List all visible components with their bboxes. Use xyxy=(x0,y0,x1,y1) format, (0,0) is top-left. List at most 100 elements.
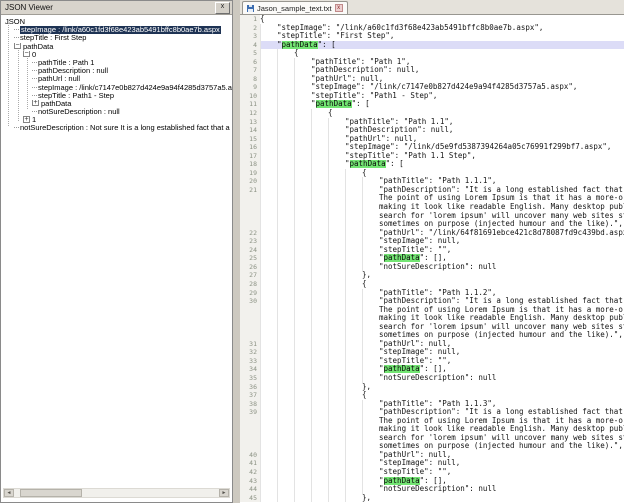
editor-line[interactable]: 16"stepImage": "/link/d5e9fd5387394264a0… xyxy=(240,143,624,152)
line-number[interactable]: 14 xyxy=(240,126,260,135)
code-text[interactable]: "stepImage": null, xyxy=(260,237,624,246)
editor-line[interactable]: sometimes on purpose (injected humour an… xyxy=(240,220,624,229)
line-number[interactable]: 35 xyxy=(240,374,260,383)
line-number[interactable]: 4 xyxy=(240,41,260,50)
code-text[interactable]: "stepTitle": "Path1 - Step", xyxy=(260,92,624,101)
line-number[interactable]: 21 xyxy=(240,186,260,195)
editor-line[interactable]: 44"notSureDescription": null xyxy=(240,485,624,494)
code-text[interactable]: "stepTitle": "Path 1.1 Step", xyxy=(260,152,624,161)
editor-line[interactable]: 3"stepTitle": "First Step", xyxy=(240,32,624,41)
line-number[interactable]: 23 xyxy=(240,237,260,246)
editor-line[interactable]: 4"pathData": [ xyxy=(240,41,624,50)
collapse-icon[interactable]: − xyxy=(23,51,30,58)
expand-icon[interactable]: + xyxy=(32,100,39,107)
code-text[interactable]: sometimes on purpose (injected humour an… xyxy=(260,442,624,451)
line-number[interactable]: 28 xyxy=(240,280,260,289)
line-number[interactable]: 1 xyxy=(240,15,260,24)
code-text[interactable]: "pathData": [], xyxy=(260,365,624,374)
code-text[interactable]: "pathUrl": null, xyxy=(260,340,624,349)
line-number[interactable]: 24 xyxy=(240,246,260,255)
scroll-left-arrow-icon[interactable]: ◄ xyxy=(4,489,14,497)
tree-row[interactable]: pathUrl : null xyxy=(1,75,232,83)
line-number[interactable]: 45 xyxy=(240,494,260,503)
line-number[interactable]: 39 xyxy=(240,408,260,417)
editor-line[interactable]: 32"stepImage": null, xyxy=(240,348,624,357)
editor-line[interactable]: 26"notSureDescription": null xyxy=(240,263,624,272)
code-text[interactable]: "pathDescription": null, xyxy=(260,66,624,75)
code-text[interactable]: "stepTitle": "", xyxy=(260,468,624,477)
code-text[interactable]: { xyxy=(260,391,624,400)
editor-line[interactable]: sometimes on purpose (injected humour an… xyxy=(240,331,624,340)
line-number[interactable] xyxy=(240,434,260,443)
code-text[interactable]: { xyxy=(260,169,624,178)
line-number[interactable]: 3 xyxy=(240,32,260,41)
editor-line[interactable]: 15"pathUrl": null, xyxy=(240,135,624,144)
code-text[interactable]: }, xyxy=(260,271,624,280)
scrollbar-thumb[interactable] xyxy=(20,489,82,497)
line-number[interactable]: 36 xyxy=(240,383,260,392)
code-text[interactable]: "notSureDescription": null xyxy=(260,485,624,494)
line-number[interactable]: 12 xyxy=(240,109,260,118)
code-text[interactable]: "pathDescription": "It is a long establi… xyxy=(260,408,624,417)
code-text[interactable]: "pathDescription": null, xyxy=(260,126,624,135)
editor-line[interactable]: The point of using Lorem Ipsum is that i… xyxy=(240,194,624,203)
editor-line[interactable]: 17"stepTitle": "Path 1.1 Step", xyxy=(240,152,624,161)
editor-line[interactable]: 25"pathData": [], xyxy=(240,254,624,263)
editor-line[interactable]: 29"pathTitle": "Path 1.1.2", xyxy=(240,289,624,298)
editor-line[interactable]: 42"stepTitle": "", xyxy=(240,468,624,477)
line-number[interactable]: 18 xyxy=(240,160,260,169)
editor-line[interactable]: 35"notSureDescription": null xyxy=(240,374,624,383)
editor-line[interactable]: 12{ xyxy=(240,109,624,118)
editor-line[interactable]: 10"stepTitle": "Path1 - Step", xyxy=(240,92,624,101)
editor-line[interactable]: 7"pathDescription": null, xyxy=(240,66,624,75)
line-number[interactable]: 33 xyxy=(240,357,260,366)
line-number[interactable] xyxy=(240,306,260,315)
code-text[interactable]: "pathData": [ xyxy=(260,100,624,109)
editor-line[interactable]: 23"stepImage": null, xyxy=(240,237,624,246)
tree-row[interactable]: +pathData xyxy=(1,100,232,108)
editor-line[interactable]: 1{ xyxy=(240,15,624,24)
code-text[interactable]: "pathData": [], xyxy=(260,254,624,263)
code-text[interactable]: }, xyxy=(260,494,624,503)
scroll-right-arrow-icon[interactable]: ► xyxy=(219,489,229,497)
editor-line[interactable]: search for 'lorem ipsum' will uncover ma… xyxy=(240,434,624,443)
code-text[interactable]: { xyxy=(260,280,624,289)
line-number[interactable]: 32 xyxy=(240,348,260,357)
editor-line[interactable]: 28{ xyxy=(240,280,624,289)
code-text[interactable]: "pathUrl": null, xyxy=(260,451,624,460)
editor-line[interactable]: 39"pathDescription": "It is a long estab… xyxy=(240,408,624,417)
code-text[interactable]: { xyxy=(260,109,624,118)
tree-row[interactable]: pathTitle : Path 1 xyxy=(1,59,232,67)
tree-row[interactable]: stepTitle : First Step xyxy=(1,34,232,42)
code-text[interactable]: "pathTitle": "Path 1.1.2", xyxy=(260,289,624,298)
line-number[interactable]: 20 xyxy=(240,177,260,186)
editor-line[interactable]: 6"pathTitle": "Path 1", xyxy=(240,58,624,67)
editor-line[interactable]: 14"pathDescription": null, xyxy=(240,126,624,135)
line-number[interactable]: 11 xyxy=(240,100,260,109)
line-number[interactable] xyxy=(240,212,260,221)
line-number[interactable] xyxy=(240,220,260,229)
code-text[interactable]: "pathData": [ xyxy=(260,160,624,169)
line-number[interactable]: 43 xyxy=(240,477,260,486)
tree-row[interactable]: stepImage : /link/c7147e0b827d424e9a94f4… xyxy=(1,84,232,92)
tree-row[interactable]: notSureDescription : null xyxy=(1,108,232,116)
line-number[interactable]: 34 xyxy=(240,365,260,374)
code-text[interactable]: }, xyxy=(260,383,624,392)
tree-row[interactable]: stepImage : /link/a60c1fd3f68e423ab5491b… xyxy=(1,26,232,34)
line-number[interactable]: 31 xyxy=(240,340,260,349)
code-text[interactable]: "pathTitle": "Path 1", xyxy=(260,58,624,67)
code-text[interactable]: The point of using Lorem Ipsum is that i… xyxy=(260,306,624,315)
line-number[interactable] xyxy=(240,194,260,203)
editor-line[interactable]: 33"stepTitle": "", xyxy=(240,357,624,366)
code-text[interactable]: making it look like readable English. Ma… xyxy=(260,425,624,434)
collapse-icon[interactable]: − xyxy=(14,43,21,50)
line-number[interactable]: 9 xyxy=(240,83,260,92)
code-text[interactable]: "pathData": [], xyxy=(260,477,624,486)
editor-line[interactable]: 34"pathData": [], xyxy=(240,365,624,374)
line-number[interactable]: 26 xyxy=(240,263,260,272)
editor-line[interactable]: The point of using Lorem Ipsum is that i… xyxy=(240,306,624,315)
code-text[interactable]: "pathDescription": "It is a long establi… xyxy=(260,186,624,195)
editor-line[interactable]: 13"pathTitle": "Path 1.1", xyxy=(240,118,624,127)
horizontal-scrollbar[interactable]: ◄ ► xyxy=(3,488,230,498)
line-number[interactable]: 44 xyxy=(240,485,260,494)
